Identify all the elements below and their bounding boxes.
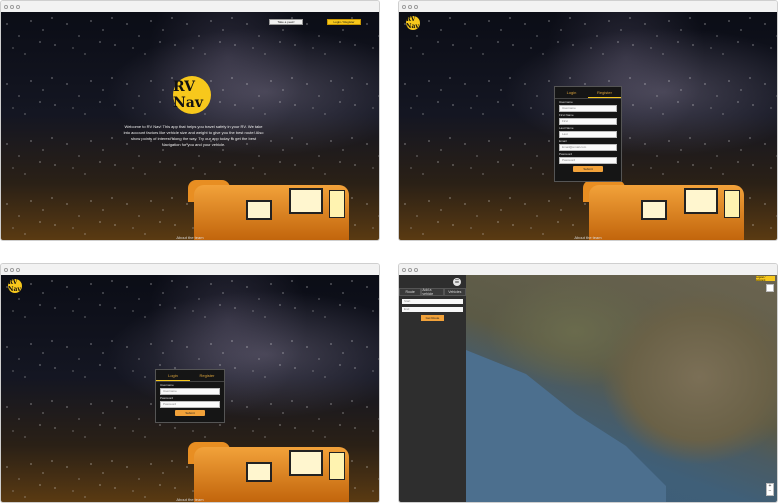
logout-account-button[interactable]: Logout / Account xyxy=(756,276,775,282)
username-field: Username Username xyxy=(160,383,220,395)
password-label: Password xyxy=(160,396,174,400)
username-label: Username xyxy=(559,100,573,104)
submit-button[interactable]: Submit xyxy=(175,410,205,416)
window-dot xyxy=(402,4,406,9)
map-ocean xyxy=(466,350,666,502)
map-viewport: ☰ Route Add a vehicle Vehicles Start End… xyxy=(399,275,777,502)
auth-panel: Login Register Username Username First N… xyxy=(554,86,622,182)
sidebar-tabs: Route Add a vehicle Vehicles xyxy=(399,288,466,296)
fullscreen-icon[interactable] xyxy=(766,284,774,292)
password-input[interactable]: Password xyxy=(559,157,617,164)
tab-login[interactable]: Login xyxy=(156,370,190,381)
username-label: Username xyxy=(160,383,174,387)
tab-route[interactable]: Route xyxy=(399,288,422,296)
window-dot xyxy=(4,4,8,9)
rv-nav-logo[interactable]: RV Nav xyxy=(8,279,22,293)
about-team-link[interactable]: About the team xyxy=(176,497,203,502)
window-dot xyxy=(402,267,406,272)
window-dot xyxy=(408,267,412,272)
login-viewport: RV Nav Login Register Username Username … xyxy=(1,275,379,502)
rv-image xyxy=(188,432,349,502)
window-dot xyxy=(414,4,418,9)
about-team-link[interactable]: About the team xyxy=(176,235,203,240)
password-input[interactable]: Password xyxy=(160,401,220,408)
first-name-input[interactable]: First xyxy=(559,118,617,125)
register-viewport: RV Nav Login Register Username Username … xyxy=(399,12,777,240)
menu-icon[interactable]: ☰ xyxy=(453,278,461,286)
password-label: Password xyxy=(559,152,573,156)
window-landing: Take a peek! Login / Register RV Nav Wel… xyxy=(0,0,380,241)
window-dot xyxy=(16,4,20,9)
window-register: RV Nav Login Register Username Username … xyxy=(398,0,778,241)
first-name-label: First Name xyxy=(559,113,574,117)
submit-button[interactable]: Submit xyxy=(573,166,603,172)
email-input[interactable]: Email@email.com xyxy=(559,144,617,151)
take-a-peek-button[interactable]: Take a peek! xyxy=(269,19,303,25)
landing-viewport: Take a peek! Login / Register RV Nav Wel… xyxy=(1,12,379,240)
tab-register[interactable]: Register xyxy=(588,87,621,98)
tab-register[interactable]: Register xyxy=(190,370,224,381)
window-dot xyxy=(10,267,14,272)
tab-vehicles[interactable]: Vehicles xyxy=(443,288,466,296)
password-field: Password Password xyxy=(160,396,220,408)
email-field: Email Email@email.com xyxy=(559,139,617,151)
window-dot xyxy=(10,4,14,9)
window-login: RV Nav Login Register Username Username … xyxy=(0,263,380,503)
rv-nav-logo[interactable]: RV Nav xyxy=(406,16,420,30)
last-name-label: Last Name xyxy=(559,126,574,130)
welcome-text: Welcome to RV Nav! This app that helps y… xyxy=(123,124,264,147)
last-name-field: Last Name Last xyxy=(559,126,617,138)
username-input[interactable]: Username xyxy=(160,388,220,395)
email-label: Email xyxy=(559,139,567,143)
auth-tabs: Login Register xyxy=(555,87,621,99)
map-view[interactable]: Logout / Account + − xyxy=(466,275,777,502)
login-register-button[interactable]: Login / Register xyxy=(327,19,361,25)
auth-tabs: Login Register xyxy=(156,370,224,382)
window-map: ☰ Route Add a vehicle Vehicles Start End… xyxy=(398,263,778,503)
zoom-controls[interactable]: + − xyxy=(766,483,774,496)
rv-image xyxy=(188,170,349,240)
auth-panel: Login Register Username Username Passwor… xyxy=(155,369,225,423)
end-input[interactable]: End xyxy=(402,307,463,312)
tab-login[interactable]: Login xyxy=(555,87,588,98)
window-dot xyxy=(414,267,418,272)
route-sidebar: ☰ Route Add a vehicle Vehicles Start End… xyxy=(399,275,466,502)
last-name-input[interactable]: Last xyxy=(559,131,617,138)
window-dot xyxy=(16,267,20,272)
window-dot xyxy=(4,267,8,272)
rv-nav-logo: RV Nav xyxy=(173,76,211,114)
window-dot xyxy=(408,4,412,9)
password-field: Password Password xyxy=(559,152,617,164)
tab-add-vehicle[interactable]: Add a vehicle xyxy=(421,288,444,296)
about-team-link[interactable]: About the team xyxy=(574,235,601,240)
start-input[interactable]: Start xyxy=(402,299,463,304)
first-name-field: First Name First xyxy=(559,113,617,125)
username-input[interactable]: Username xyxy=(559,105,617,112)
username-field: Username Username xyxy=(559,100,617,112)
get-route-button[interactable]: Get Route xyxy=(421,315,444,321)
